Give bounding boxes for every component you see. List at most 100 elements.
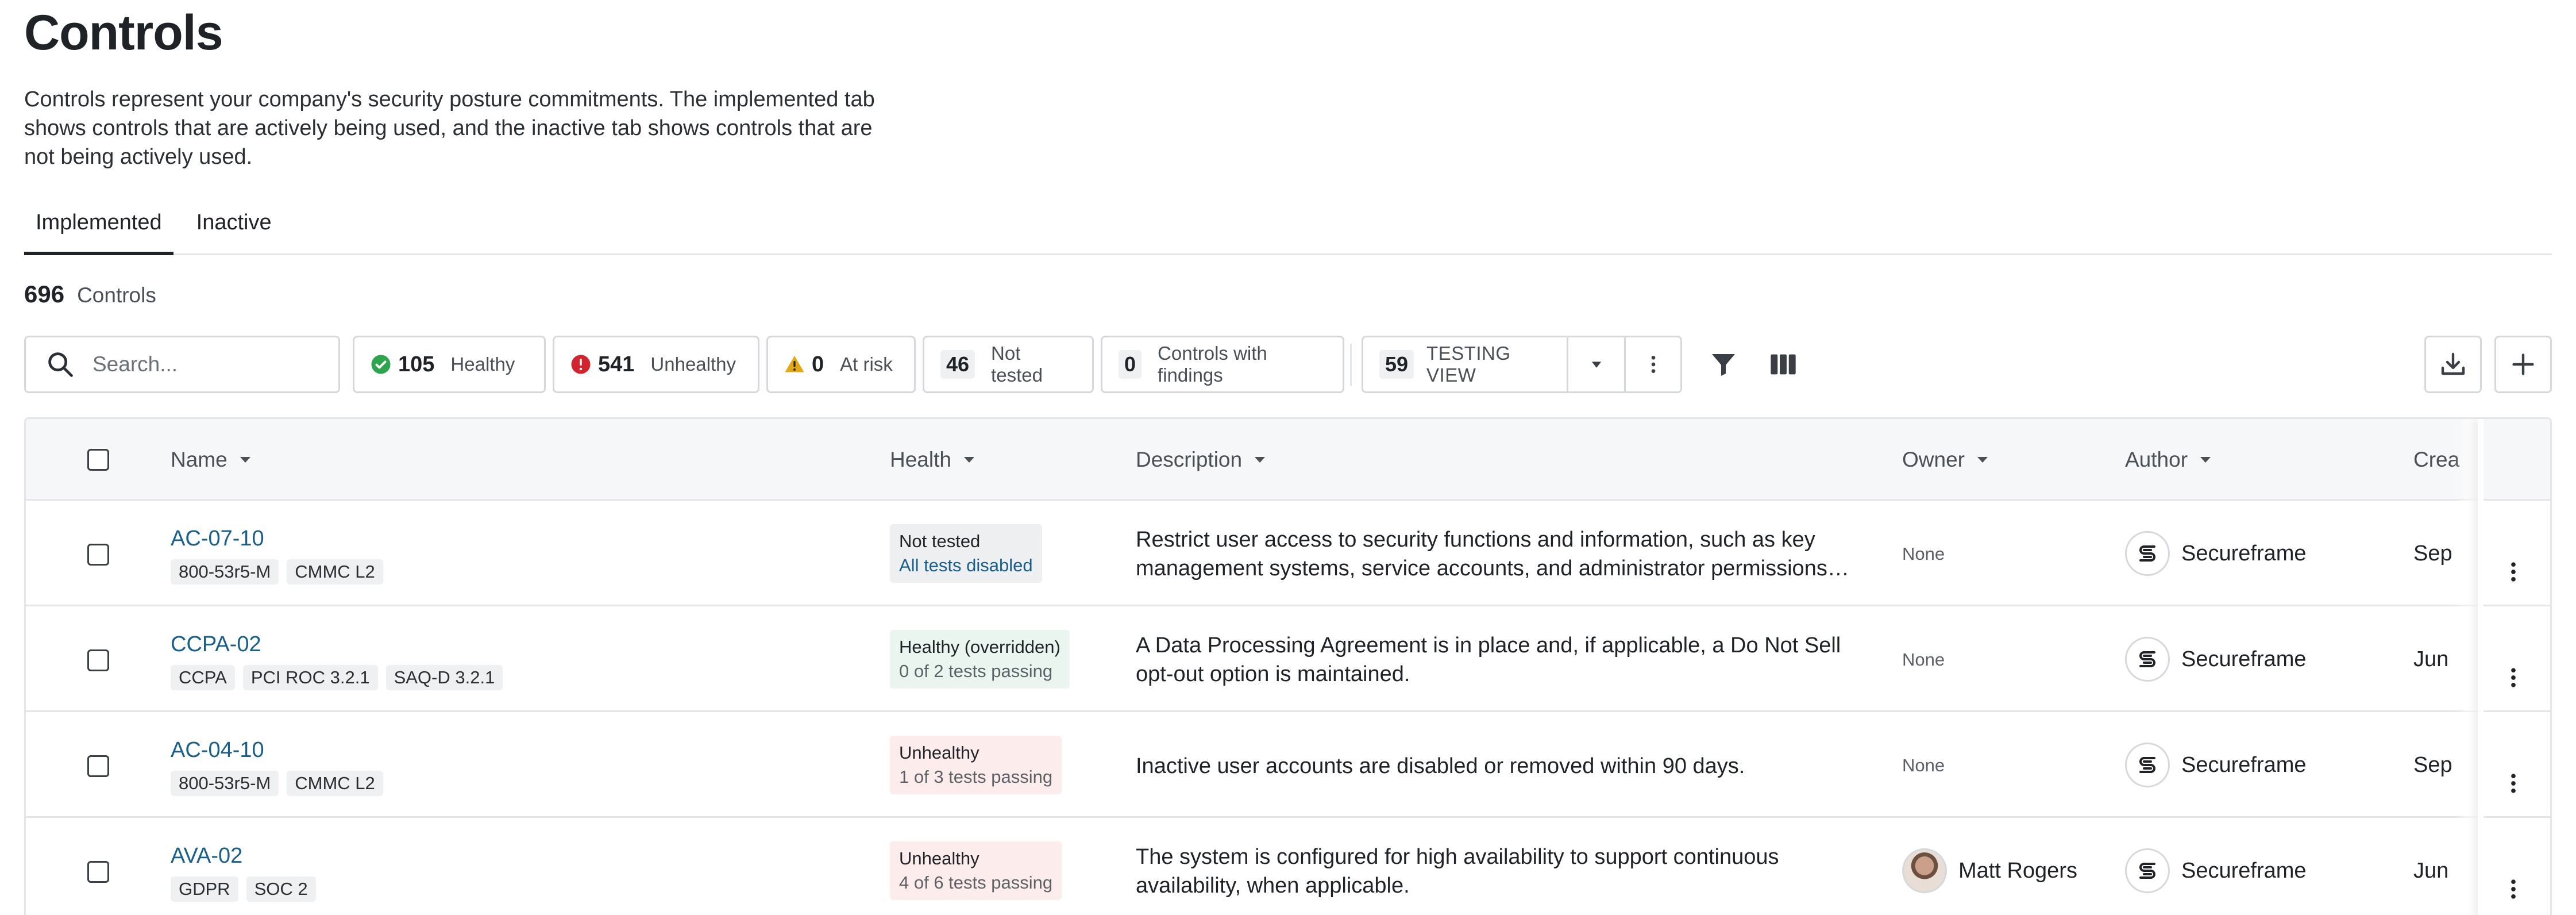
framework-tag: PCI ROC 3.2.1 <box>242 665 378 690</box>
secureframe-logo-icon <box>2125 531 2170 576</box>
column-label: Description <box>1136 448 1243 471</box>
columns-button[interactable] <box>1767 348 1799 380</box>
framework-tag: 800-53r5-M <box>171 771 279 796</box>
framework-tag: 800-53r5-M <box>171 559 279 585</box>
description-cell: The system is configured for high availa… <box>1136 845 1779 898</box>
row-checkbox[interactable] <box>87 649 109 671</box>
warning-triangle-icon <box>785 356 804 372</box>
filter-button[interactable] <box>1707 348 1740 380</box>
description-cell: A Data Processing Agreement is in place … <box>1136 633 1841 686</box>
at-risk-filter-chip[interactable]: 0 At risk <box>766 336 916 393</box>
row-checkbox[interactable] <box>87 861 109 883</box>
table-row[interactable]: AVA-02 GDPR SOC 2 Unhealthy 4 of 6 tests… <box>26 820 2550 915</box>
framework-tags: CCPA PCI ROC 3.2.1 SAQ-D 3.2.1 <box>171 665 511 690</box>
author-name: Secureframe <box>2181 858 2307 883</box>
sort-caret-icon <box>2200 457 2211 463</box>
healthy-filter-chip[interactable]: 105 Healthy <box>353 336 546 393</box>
control-id-link[interactable]: AVA-02 <box>171 844 324 868</box>
framework-tag: CMMC L2 <box>287 771 383 796</box>
unhealthy-filter-chip[interactable]: 541 Unhealthy <box>553 336 759 393</box>
owner-cell: None <box>1902 649 1945 670</box>
controls-page: Controls Controls represent your company… <box>0 0 2576 915</box>
table-row[interactable]: CCPA-02 CCPA PCI ROC 3.2.1 SAQ-D 3.2.1 H… <box>26 608 2550 712</box>
row-select-cell <box>87 755 109 777</box>
created-cell: Jun <box>2413 859 2449 883</box>
row-actions-button[interactable] <box>2496 555 2531 589</box>
add-control-button[interactable] <box>2494 336 2552 393</box>
name-cell: AC-04-10 800-53r5-M CMMC L2 <box>171 738 391 796</box>
health-badge[interactable]: Healthy (overridden) 0 of 2 tests passin… <box>890 630 1070 689</box>
owner-cell: None <box>1902 544 1945 564</box>
author-cell: Secureframe <box>2125 637 2307 682</box>
more-vertical-icon <box>2511 562 2516 582</box>
testing-view-button[interactable]: 59 TESTING VIEW <box>1363 337 1568 391</box>
column-header-health[interactable]: Health <box>890 419 974 501</box>
framework-tags: 800-53r5-M CMMC L2 <box>171 559 391 585</box>
author-cell: Secureframe <box>2125 743 2307 787</box>
table-row[interactable]: AC-04-10 800-53r5-M CMMC L2 Unhealthy 1 … <box>26 714 2550 818</box>
select-all-checkbox[interactable] <box>87 449 109 471</box>
unhealthy-label: Unhealthy <box>650 353 736 375</box>
owner-cell: Matt Rogers <box>1902 848 2077 893</box>
row-select-cell <box>87 861 109 883</box>
row-actions-button[interactable] <box>2496 872 2531 906</box>
download-icon <box>2441 352 2465 375</box>
health-badge[interactable]: Unhealthy 4 of 6 tests passing <box>890 841 1062 900</box>
health-badge[interactable]: Unhealthy 1 of 3 tests passing <box>890 736 1062 794</box>
more-vertical-icon <box>1651 356 1656 373</box>
view-more-button[interactable] <box>1624 337 1680 391</box>
created-cell: Jun <box>2413 647 2449 671</box>
row-actions-button[interactable] <box>2496 660 2531 695</box>
findings-count: 0 <box>1119 350 1142 379</box>
column-header-name[interactable]: Name <box>171 419 250 501</box>
description-cell: Inactive user accounts are disabled or r… <box>1136 754 1745 778</box>
control-id-link[interactable]: CCPA-02 <box>171 632 511 657</box>
download-button[interactable] <box>2424 336 2482 393</box>
column-header-owner[interactable]: Owner <box>1902 419 1988 501</box>
findings-filter-chip[interactable]: 0 Controls with findings <box>1101 336 1344 393</box>
framework-tag: CMMC L2 <box>287 559 383 585</box>
search-input[interactable] <box>92 352 334 376</box>
framework-tags: 800-53r5-M CMMC L2 <box>171 771 391 796</box>
table-row[interactable]: AC-07-10 800-53r5-M CMMC L2 Not tested A… <box>26 502 2550 606</box>
toolbar-divider <box>1350 344 1352 386</box>
tab-implemented[interactable]: Implemented <box>24 205 173 255</box>
at-risk-label: At risk <box>840 353 893 375</box>
search-box[interactable] <box>24 336 340 393</box>
page-title: Controls <box>24 5 223 60</box>
health-badge[interactable]: Not tested All tests disabled <box>890 524 1042 583</box>
column-header-created[interactable]: Crea <box>2413 419 2459 501</box>
column-header-author[interactable]: Author <box>2125 419 2211 501</box>
name-cell: CCPA-02 CCPA PCI ROC 3.2.1 SAQ-D 3.2.1 <box>171 632 511 690</box>
sort-caret-icon <box>1977 457 1988 463</box>
health-cell: Unhealthy 4 of 6 tests passing <box>890 841 1062 900</box>
author-name: Secureframe <box>2181 752 2307 777</box>
select-all-cell <box>87 419 109 501</box>
avatar <box>1902 848 1947 893</box>
health-cell: Healthy (overridden) 0 of 2 tests passin… <box>890 630 1070 689</box>
controls-count-label: Controls <box>77 283 156 307</box>
healthy-count: 105 <box>398 352 435 376</box>
row-actions-button[interactable] <box>2496 766 2531 801</box>
owner-name[interactable]: Matt Rogers <box>1958 859 2077 883</box>
unhealthy-count: 541 <box>598 352 635 376</box>
control-id-link[interactable]: AC-07-10 <box>171 526 391 551</box>
tab-inactive[interactable]: Inactive <box>185 205 283 255</box>
column-label: Author <box>2125 448 2188 471</box>
control-id-link[interactable]: AC-04-10 <box>171 738 391 763</box>
error-circle-icon <box>571 355 591 374</box>
row-checkbox[interactable] <box>87 755 109 777</box>
testing-view-label: TESTING VIEW <box>1426 343 1511 386</box>
view-dropdown-button[interactable] <box>1568 337 1625 391</box>
column-label: Owner <box>1902 448 1965 471</box>
secureframe-logo-icon <box>2125 637 2170 682</box>
row-checkbox[interactable] <box>87 544 109 566</box>
health-status: Unhealthy <box>899 743 980 763</box>
health-cell: Not tested All tests disabled <box>890 524 1042 583</box>
columns-icon <box>1771 354 1796 375</box>
framework-tag: CCPA <box>171 665 235 690</box>
framework-tag: SOC 2 <box>246 876 316 902</box>
not-tested-filter-chip[interactable]: 46 Not tested <box>923 336 1094 393</box>
secureframe-logo-icon <box>2125 848 2170 893</box>
column-header-description[interactable]: Description <box>1136 419 1266 501</box>
